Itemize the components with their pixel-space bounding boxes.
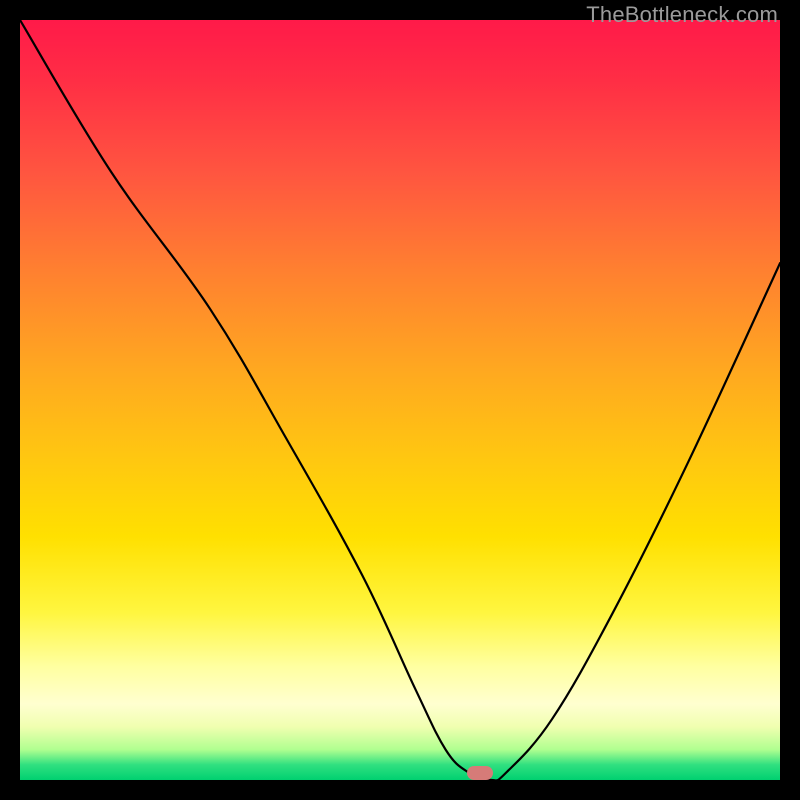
- watermark-text: TheBottleneck.com: [586, 2, 778, 28]
- optimal-marker: [467, 766, 493, 780]
- chart-plot-area: [20, 20, 780, 780]
